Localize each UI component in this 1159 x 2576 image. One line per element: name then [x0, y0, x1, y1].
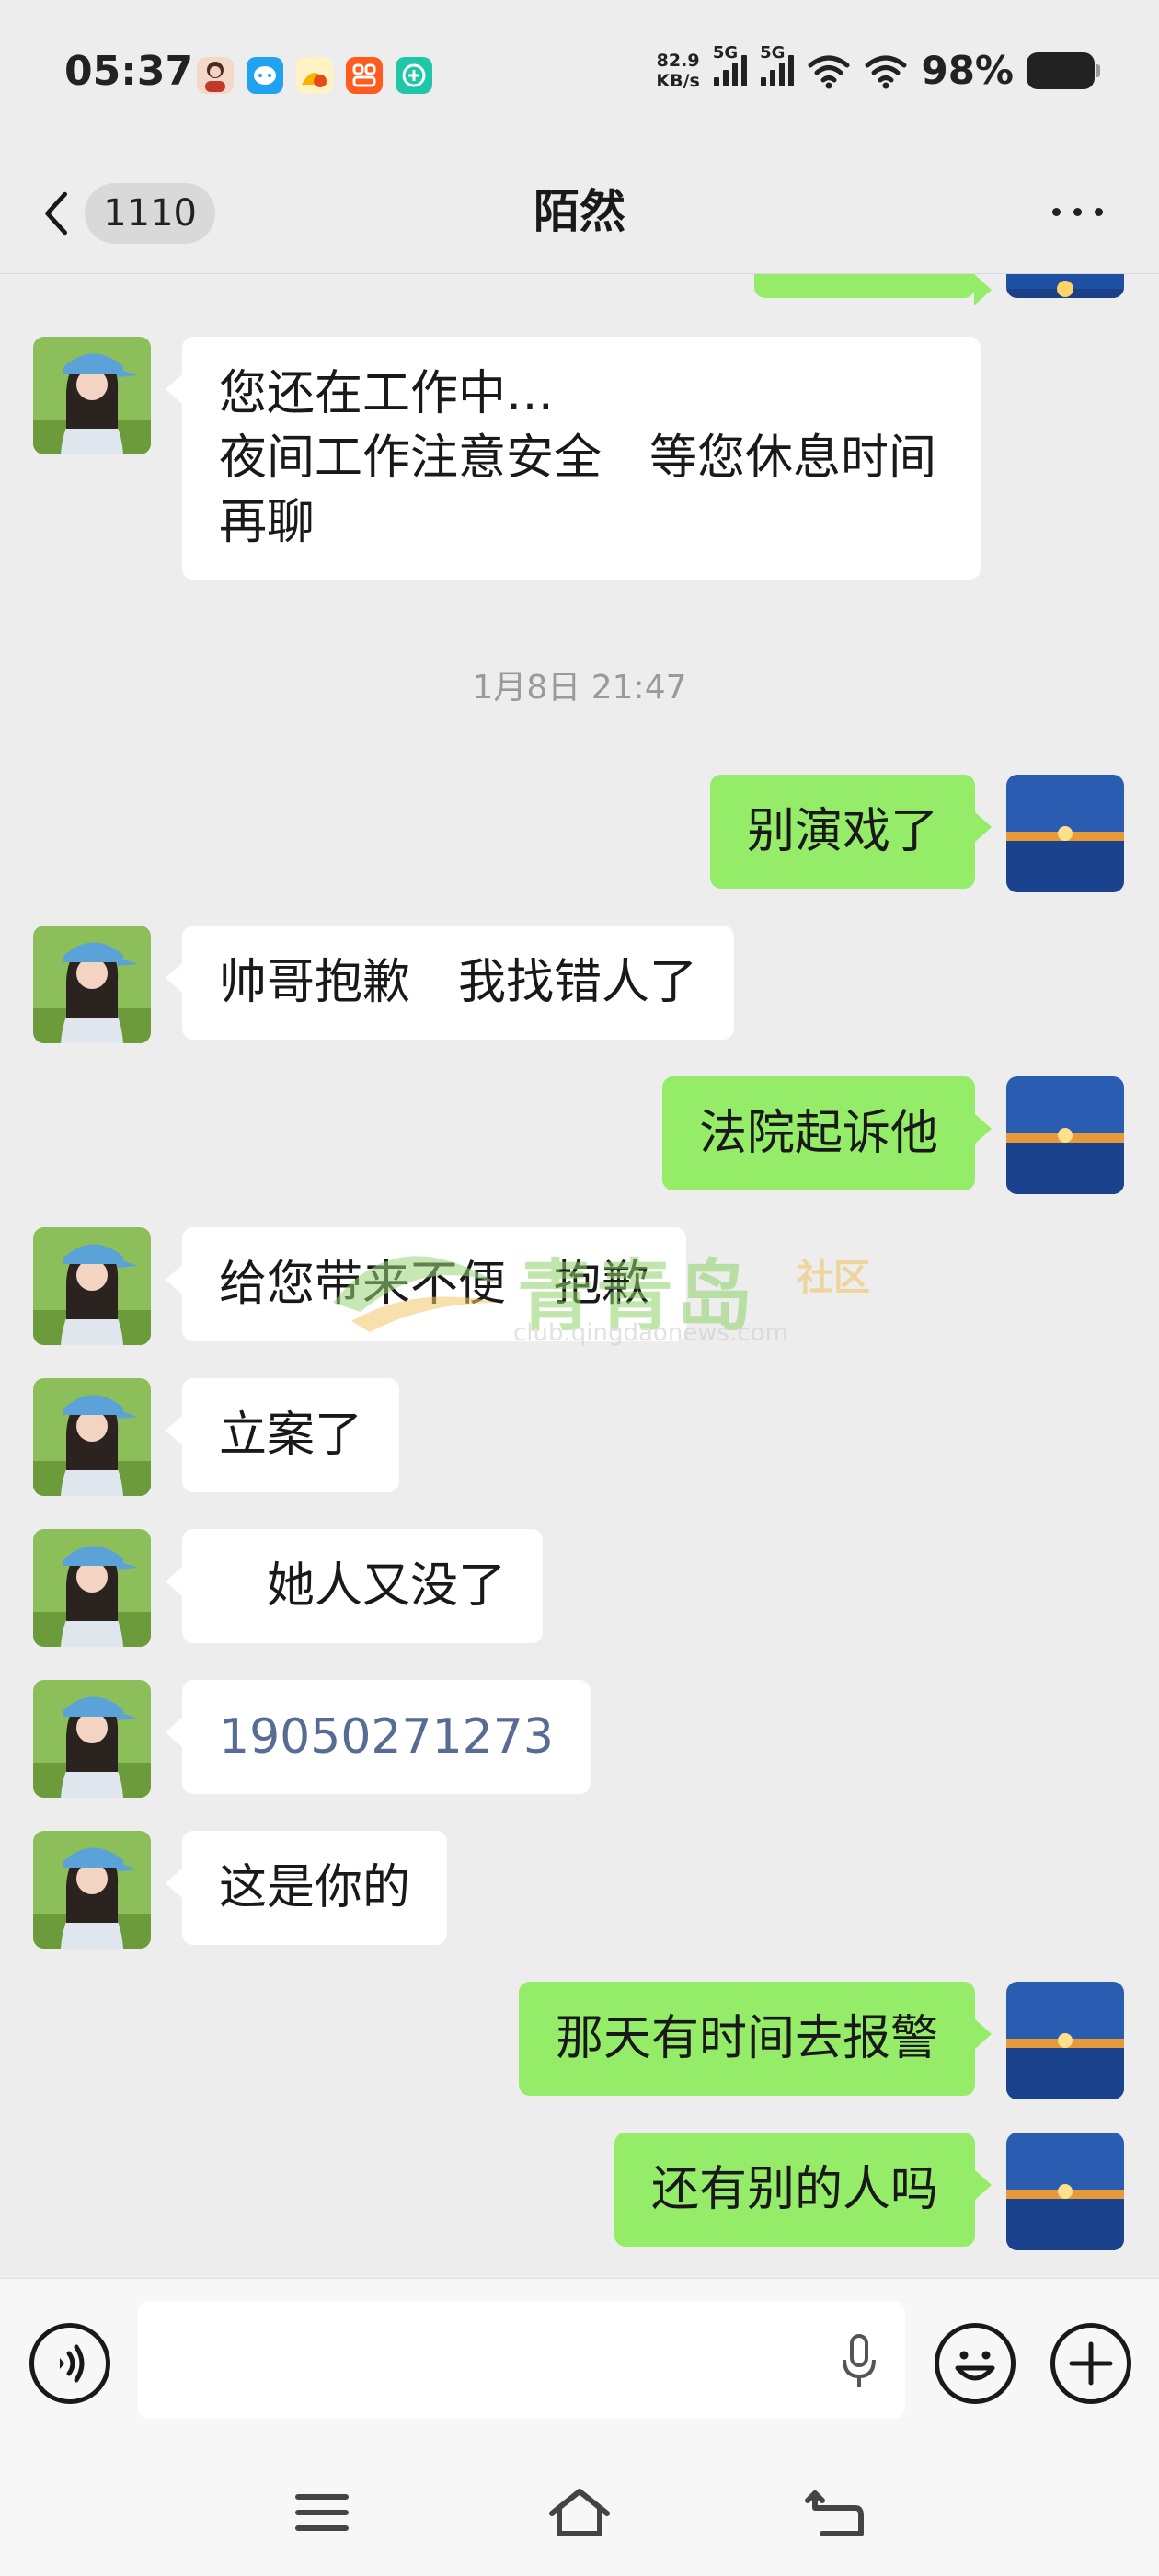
dot-icon	[1073, 207, 1082, 216]
back-nav-button[interactable]	[800, 2480, 874, 2545]
sim1-signal: 5G	[713, 43, 748, 86]
dot-icon	[1094, 207, 1103, 216]
dot-icon	[1051, 207, 1061, 216]
plus-icon	[1069, 2341, 1113, 2386]
sunset-sea-avatar-icon	[1006, 2133, 1124, 2250]
chat-header: 1110 陌然	[0, 147, 1159, 274]
message-timestamp: 1月8日 21:47	[472, 669, 687, 707]
avatar-notification-icon	[197, 57, 234, 94]
sim2-signal: 5G	[760, 43, 795, 86]
message-bubble-incoming[interactable]: 立案了	[165, 1378, 400, 1492]
sunset-sea-avatar-icon	[1006, 274, 1124, 298]
home-button[interactable]	[543, 2480, 616, 2545]
girl-avatar-icon	[33, 926, 151, 1043]
network-speed: 82.9 KB/s	[656, 51, 699, 91]
sim1-label: 5G	[712, 42, 739, 63]
phone-number-link[interactable]: 19050271273	[219, 1709, 554, 1765]
message-bubble-incoming[interactable]: 19050271273	[166, 1680, 591, 1794]
contact-avatar[interactable]	[33, 1227, 151, 1345]
more-options-button[interactable]	[1045, 193, 1109, 230]
chat-title: 陌然	[534, 185, 625, 238]
girl-avatar-icon	[33, 1529, 151, 1647]
health-app-icon	[396, 57, 432, 94]
more-actions-button[interactable]	[1050, 2323, 1131, 2404]
status-indicators: 82.9 KB/s 5G 5G 98%	[656, 43, 1100, 93]
message-bubble-outgoing-partial[interactable]	[754, 274, 992, 305]
message-bubble-incoming[interactable]: 您还在工作中… 夜间工作注意安全 等您休息时间 再聊	[166, 337, 981, 580]
sunset-sea-avatar-icon	[1006, 775, 1124, 892]
status-time: 05:37	[64, 48, 194, 95]
contact-avatar[interactable]	[33, 337, 151, 454]
girl-avatar-icon	[33, 1227, 151, 1345]
girl-avatar-icon	[33, 1378, 151, 1496]
message-bubble-incoming[interactable]: 她人又没了	[165, 1529, 544, 1643]
wifi-icon	[865, 55, 907, 88]
message-text-line: 夜间工作注意安全 等您休息时间	[219, 431, 937, 486]
girl-avatar-icon	[33, 337, 151, 454]
battery-percent: 98%	[921, 48, 1014, 93]
network-speed-unit: KB/s	[656, 70, 700, 91]
message-input[interactable]	[138, 2301, 905, 2419]
contact-avatar[interactable]	[33, 1529, 151, 1647]
voice-mode-icon	[60, 2344, 85, 2383]
contact-avatar[interactable]	[33, 1378, 151, 1496]
voice-mode-button[interactable]	[29, 2323, 110, 2404]
status-bar: 05:37 82.9 KB/s 5G 5G 98%	[0, 0, 1159, 147]
input-bar	[0, 2278, 1159, 2447]
chat-screen: 05:37 82.9 KB/s 5G 5G 98% 1110 陌然 您还在工作中…	[0, 0, 1159, 2576]
contact-avatar[interactable]	[33, 926, 151, 1043]
contact-avatar[interactable]	[33, 1680, 151, 1798]
pinyin-app-icon	[296, 57, 333, 94]
sim2-label: 5G	[760, 42, 786, 63]
self-avatar[interactable]	[1006, 1076, 1124, 1194]
message-bubble-outgoing[interactable]: 那天有时间去报警	[518, 1982, 993, 2096]
contact-avatar[interactable]	[33, 1831, 151, 1949]
message-bubble-outgoing[interactable]: 法院起诉他	[661, 1076, 993, 1190]
recent-apps-button[interactable]	[285, 2480, 359, 2545]
home-icon	[549, 2489, 610, 2536]
message-bubble-outgoing[interactable]: 还有别的人吗	[614, 2133, 993, 2247]
message-bubble-incoming[interactable]: 这是你的	[165, 1831, 448, 1945]
back-arrow-icon	[805, 2490, 864, 2536]
message-list[interactable]: 您还在工作中… 夜间工作注意安全 等您休息时间 再聊 1月8日 21:47 别演…	[0, 274, 1159, 2278]
self-avatar[interactable]	[1006, 2133, 1124, 2250]
message-bubble-outgoing[interactable]: 别演戏了	[709, 775, 993, 889]
shopping-app-icon	[346, 57, 383, 94]
emoji-button[interactable]	[935, 2323, 1016, 2404]
network-speed-value: 82.9	[656, 50, 700, 71]
girl-avatar-icon	[33, 1680, 151, 1798]
emoji-icon	[955, 2351, 995, 2381]
self-avatar[interactable]	[1006, 1982, 1124, 2099]
self-avatar[interactable]	[1006, 775, 1124, 892]
message-bubble-incoming[interactable]: 给您带来不便 抱歉	[165, 1227, 687, 1341]
message-bubble-incoming[interactable]: 帅哥抱歉 我找错人了	[165, 926, 735, 1040]
chat-app-icon	[247, 57, 283, 94]
girl-avatar-icon	[33, 1831, 151, 1949]
notification-icons	[197, 57, 432, 94]
menu-lines-icon	[295, 2494, 349, 2531]
self-avatar[interactable]	[1006, 274, 1124, 298]
sunset-sea-avatar-icon	[1006, 1076, 1124, 1194]
microphone-icon[interactable]	[841, 2334, 878, 2389]
system-navigation-bar	[0, 2447, 1159, 2576]
message-text-line: 再聊	[219, 495, 316, 550]
sunset-sea-avatar-icon	[1006, 1982, 1124, 2099]
wifi-icon	[808, 55, 850, 88]
message-text-line: 您还在工作中…	[219, 366, 555, 421]
battery-icon	[1027, 52, 1100, 89]
